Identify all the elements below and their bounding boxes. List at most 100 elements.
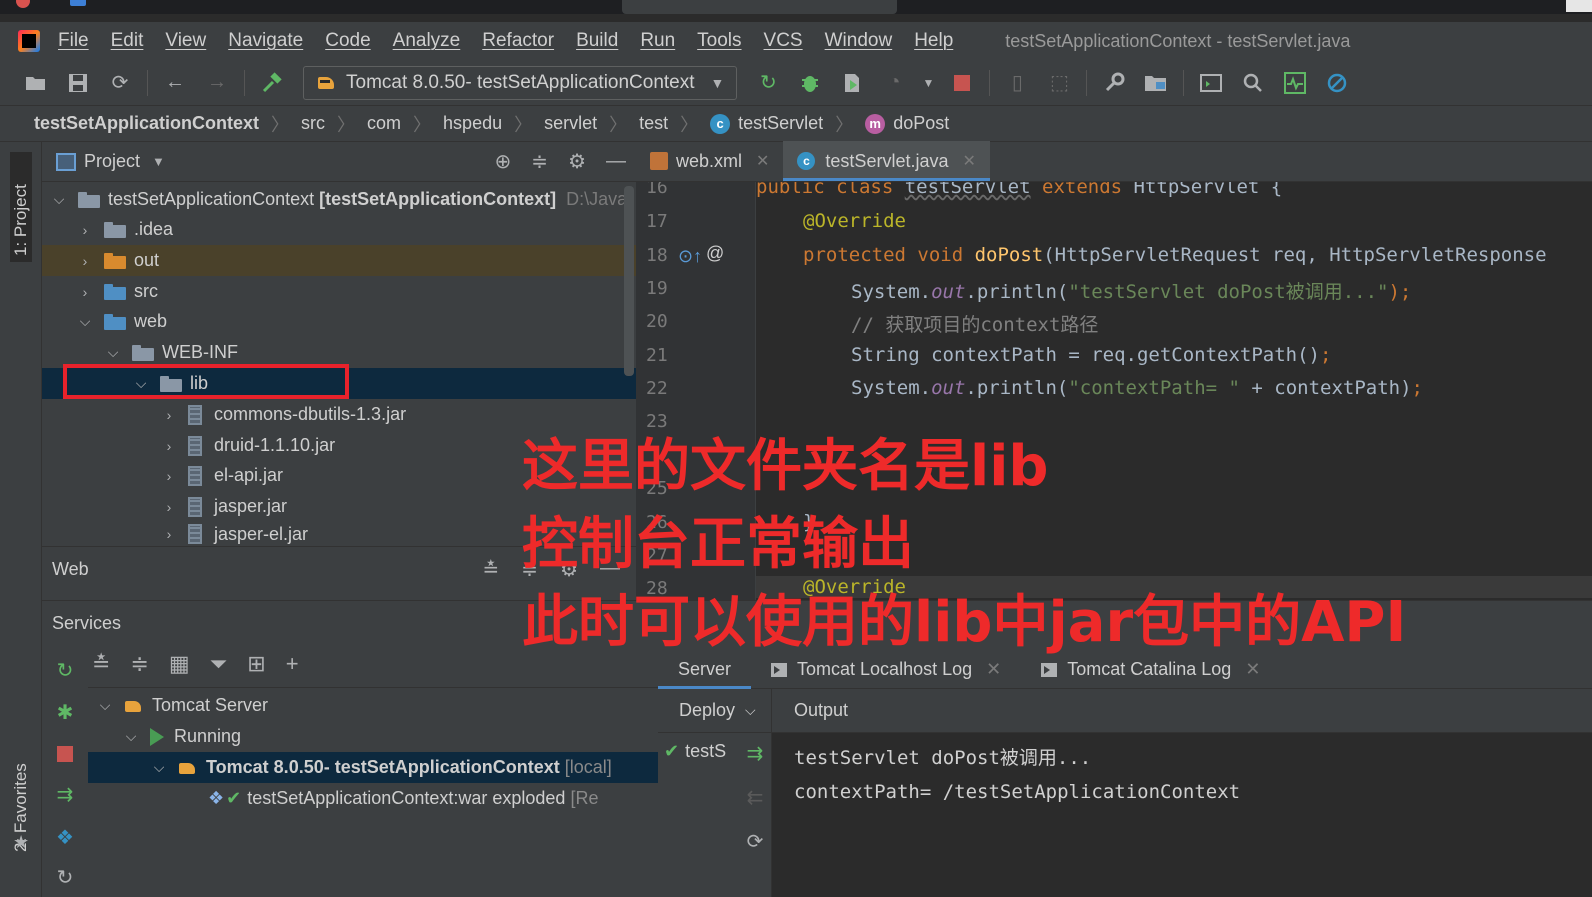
close-icon[interactable]: ✕: [1245, 659, 1260, 680]
tab-localhost-log[interactable]: Tomcat Localhost Log ✕: [751, 651, 1021, 689]
annotation-marker-icon[interactable]: @: [706, 243, 724, 264]
tree-item-jar[interactable]: › el-api.jar: [42, 460, 636, 491]
gear-icon[interactable]: ⚙: [568, 149, 586, 174]
chevron-right-icon[interactable]: ›: [162, 468, 176, 484]
chevron-down-icon[interactable]: ▼: [152, 154, 165, 169]
tree-item-out[interactable]: › out: [42, 245, 636, 276]
menu-run[interactable]: Run: [640, 30, 675, 52]
tab-testservlet-java[interactable]: c testServlet.java ✕: [783, 141, 991, 181]
svc-tomcat-server[interactable]: ⌵ Tomcat Server: [88, 690, 658, 721]
new-service-icon[interactable]: ⊞: [247, 651, 265, 677]
refresh-icon[interactable]: ↻: [54, 866, 76, 889]
chevron-right-icon[interactable]: ›: [162, 407, 176, 423]
chevron-down-icon[interactable]: ⌵: [78, 313, 92, 330]
minimize-icon[interactable]: —: [600, 557, 620, 582]
override-marker-icon[interactable]: ⊙↑: [678, 246, 702, 267]
deploy-icon[interactable]: ⇉: [54, 783, 76, 806]
crumb-com[interactable]: com: [367, 113, 401, 134]
chevron-down-icon[interactable]: ⌵: [134, 375, 148, 392]
profile-icon[interactable]: ◔: [880, 69, 908, 97]
os-tab-active[interactable]: [622, 0, 897, 14]
crumb-src[interactable]: src: [301, 113, 325, 134]
tab-server[interactable]: Server: [658, 651, 752, 689]
menu-navigate[interactable]: Navigate: [228, 30, 303, 52]
svc-artifact[interactable]: ❖ ✔ testSetApplicationContext:war explod…: [88, 783, 658, 814]
chevron-right-icon[interactable]: ›: [78, 253, 92, 269]
expand-all-icon[interactable]: ≛: [92, 651, 110, 677]
svc-tomcat-config[interactable]: ⌵ Tomcat 8.0.50- testSetApplicationConte…: [88, 752, 658, 783]
chevron-right-icon[interactable]: ›: [78, 222, 92, 238]
sync-icon[interactable]: ⟳: [106, 69, 134, 97]
debug-bug-icon[interactable]: [796, 69, 824, 97]
build-hammer-icon[interactable]: [258, 69, 286, 97]
tree-root[interactable]: ⌵ testSetApplicationContext [testSetAppl…: [42, 184, 636, 215]
crumb-test[interactable]: test: [639, 113, 668, 134]
window-close-dot[interactable]: [16, 0, 30, 8]
tree-item-jar[interactable]: › jasper-el.jar: [42, 522, 636, 546]
add-icon[interactable]: +: [286, 651, 299, 677]
chevron-down-icon[interactable]: ⌵: [98, 697, 112, 714]
gear-icon[interactable]: ⚙: [560, 557, 578, 582]
chevron-right-icon[interactable]: ›: [162, 499, 176, 515]
undeploy-icon[interactable]: ⇇: [742, 785, 768, 829]
collapse-all-icon[interactable]: ≑: [130, 651, 148, 677]
tree-item-lib[interactable]: ⌵ lib: [42, 368, 636, 399]
chevron-down-icon[interactable]: ⌵: [106, 344, 120, 361]
run-config-selector[interactable]: Tomcat 8.0.50- testSetApplicationContext…: [303, 65, 738, 100]
tree-item-jar[interactable]: › druid-1.1.10.jar: [42, 430, 636, 461]
menu-file[interactable]: File: [58, 30, 89, 52]
chevron-down-icon[interactable]: ⌵: [124, 728, 138, 745]
menu-view[interactable]: View: [165, 30, 206, 52]
project-scrollbar-vertical[interactable]: [624, 186, 634, 376]
rerun-icon[interactable]: ↻: [54, 659, 76, 682]
crumb-project[interactable]: testSetApplicationContext: [34, 113, 259, 134]
tab-web-xml[interactable]: web.xml ✕: [636, 141, 783, 181]
filter-icon[interactable]: ⏷: [210, 651, 228, 677]
tree-item-web-inf[interactable]: ⌵ WEB-INF: [42, 337, 636, 368]
chevron-right-icon[interactable]: ›: [78, 284, 92, 300]
code-editor[interactable]: public class testServlet extends HttpSer…: [756, 182, 1592, 600]
crumb-hspedu[interactable]: hspedu: [443, 113, 502, 134]
tree-item-web[interactable]: ⌵ web: [42, 306, 636, 337]
deploy-icon[interactable]: ⇉: [742, 741, 768, 785]
project-structure-icon[interactable]: [1142, 69, 1170, 97]
chevron-right-icon[interactable]: ›: [162, 526, 176, 542]
close-icon[interactable]: ✕: [962, 151, 975, 171]
device-icon[interactable]: ▯: [1003, 69, 1031, 97]
open-folder-icon[interactable]: [22, 69, 50, 97]
debug-bug-icon[interactable]: ✱: [54, 701, 76, 724]
cube-icon[interactable]: ⬚: [1045, 69, 1073, 97]
activity-monitor-icon[interactable]: [1281, 69, 1309, 97]
expand-all-icon[interactable]: ≛: [483, 557, 500, 582]
project-panel-title[interactable]: Project: [84, 151, 140, 172]
locate-target-icon[interactable]: ⊕: [495, 149, 512, 174]
back-arrow-icon[interactable]: ←: [161, 69, 189, 97]
services-diamond-icon[interactable]: ❖: [54, 826, 76, 849]
crumb-servlet[interactable]: servlet: [544, 113, 597, 134]
collapse-all-icon[interactable]: ≑: [521, 557, 538, 582]
save-all-icon[interactable]: [64, 69, 92, 97]
menu-edit[interactable]: Edit: [111, 30, 144, 52]
menu-vcs[interactable]: VCS: [764, 30, 803, 52]
close-icon[interactable]: ✕: [986, 659, 1001, 680]
settings-wrench-icon[interactable]: [1100, 69, 1128, 97]
menu-window[interactable]: Window: [825, 30, 893, 52]
crumb-method[interactable]: m doPost: [865, 113, 949, 134]
minimize-icon[interactable]: —: [606, 150, 626, 173]
chevron-down-icon[interactable]: ⌵: [52, 191, 66, 208]
menu-code[interactable]: Code: [325, 30, 370, 52]
console-output[interactable]: testServlet doPost被调用... contextPath= /t…: [772, 733, 1592, 897]
menu-tools[interactable]: Tools: [697, 30, 741, 52]
terminal-window-icon[interactable]: [1197, 69, 1225, 97]
stop-icon[interactable]: [948, 69, 976, 97]
project-tool-tab[interactable]: 1: Project: [10, 152, 32, 262]
coverage-icon[interactable]: [838, 69, 866, 97]
tree-item-idea[interactable]: › .idea: [42, 214, 636, 245]
refresh-icon[interactable]: ⟳: [742, 829, 768, 873]
chevron-down-icon[interactable]: ⌵: [152, 759, 166, 776]
stop-icon[interactable]: [54, 743, 76, 765]
profile-dropdown-icon[interactable]: ▼: [922, 69, 934, 97]
chevron-right-icon[interactable]: ›: [162, 438, 176, 454]
star-icon[interactable]: ★: [13, 832, 29, 853]
power-save-icon[interactable]: [1323, 69, 1351, 97]
